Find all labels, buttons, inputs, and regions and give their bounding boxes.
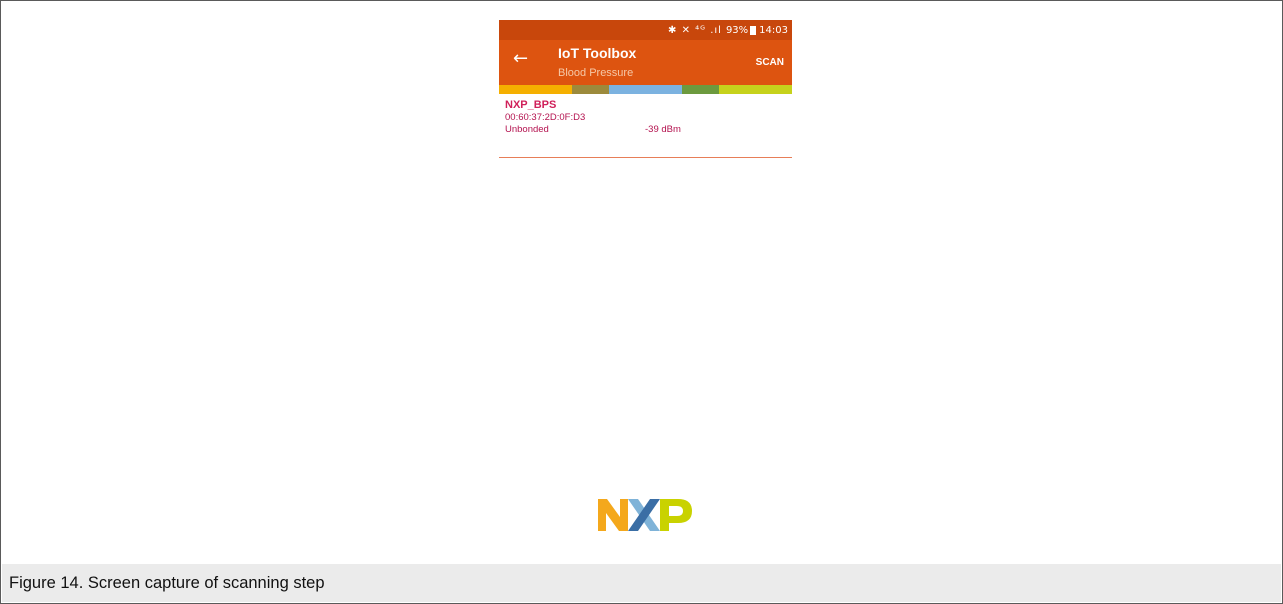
nxp-logo-n (598, 499, 628, 531)
stripe-segment (608, 85, 646, 94)
phone-screenshot: ✱ ✕ ⁴ᴳ .ıl 93% 14:03 ← IoT Toolbox Blood… (499, 20, 792, 160)
device-bond-state: Unbonded (505, 124, 549, 135)
figure-caption-bar: Figure 14. Screen capture of scanning st… (2, 564, 1281, 602)
stripe-segment (572, 85, 609, 94)
scan-button[interactable]: SCAN (756, 57, 784, 68)
stripe-segment (535, 85, 573, 94)
figure-frame: ✱ ✕ ⁴ᴳ .ıl 93% 14:03 ← IoT Toolbox Blood… (0, 0, 1283, 604)
list-divider (499, 157, 792, 158)
device-list-item[interactable]: NXP_BPS 00:60:37:2D:0F:D3 Unbonded -39 d… (499, 94, 792, 136)
stripe-segment (645, 85, 683, 94)
app-toolbar: ← IoT Toolbox Blood Pressure SCAN (499, 40, 792, 85)
status-icons: ✱ ✕ ⁴ᴳ .ıl (668, 24, 722, 36)
battery-icon (750, 25, 757, 35)
nxp-logo (598, 499, 692, 531)
status-time: 14:03 (759, 24, 788, 36)
device-rssi: -39 dBm (645, 124, 681, 135)
stripe-segment (755, 85, 792, 94)
back-arrow-icon[interactable]: ← (513, 48, 528, 69)
stripe-segment (682, 85, 719, 94)
figure-caption: Figure 14. Screen capture of scanning st… (9, 573, 325, 592)
battery-level: 93% (725, 24, 749, 36)
app-subtitle: Blood Pressure (558, 67, 634, 79)
color-stripe-bar (499, 85, 792, 94)
device-mac-address: 00:60:37:2D:0F:D3 (505, 112, 586, 123)
nxp-logo-p (660, 499, 692, 531)
stripe-segment (718, 85, 756, 94)
status-bar: ✱ ✕ ⁴ᴳ .ıl 93% 14:03 (499, 20, 792, 40)
device-name: NXP_BPS (505, 99, 557, 111)
app-title: IoT Toolbox (558, 45, 637, 61)
stripe-segment (499, 85, 536, 94)
